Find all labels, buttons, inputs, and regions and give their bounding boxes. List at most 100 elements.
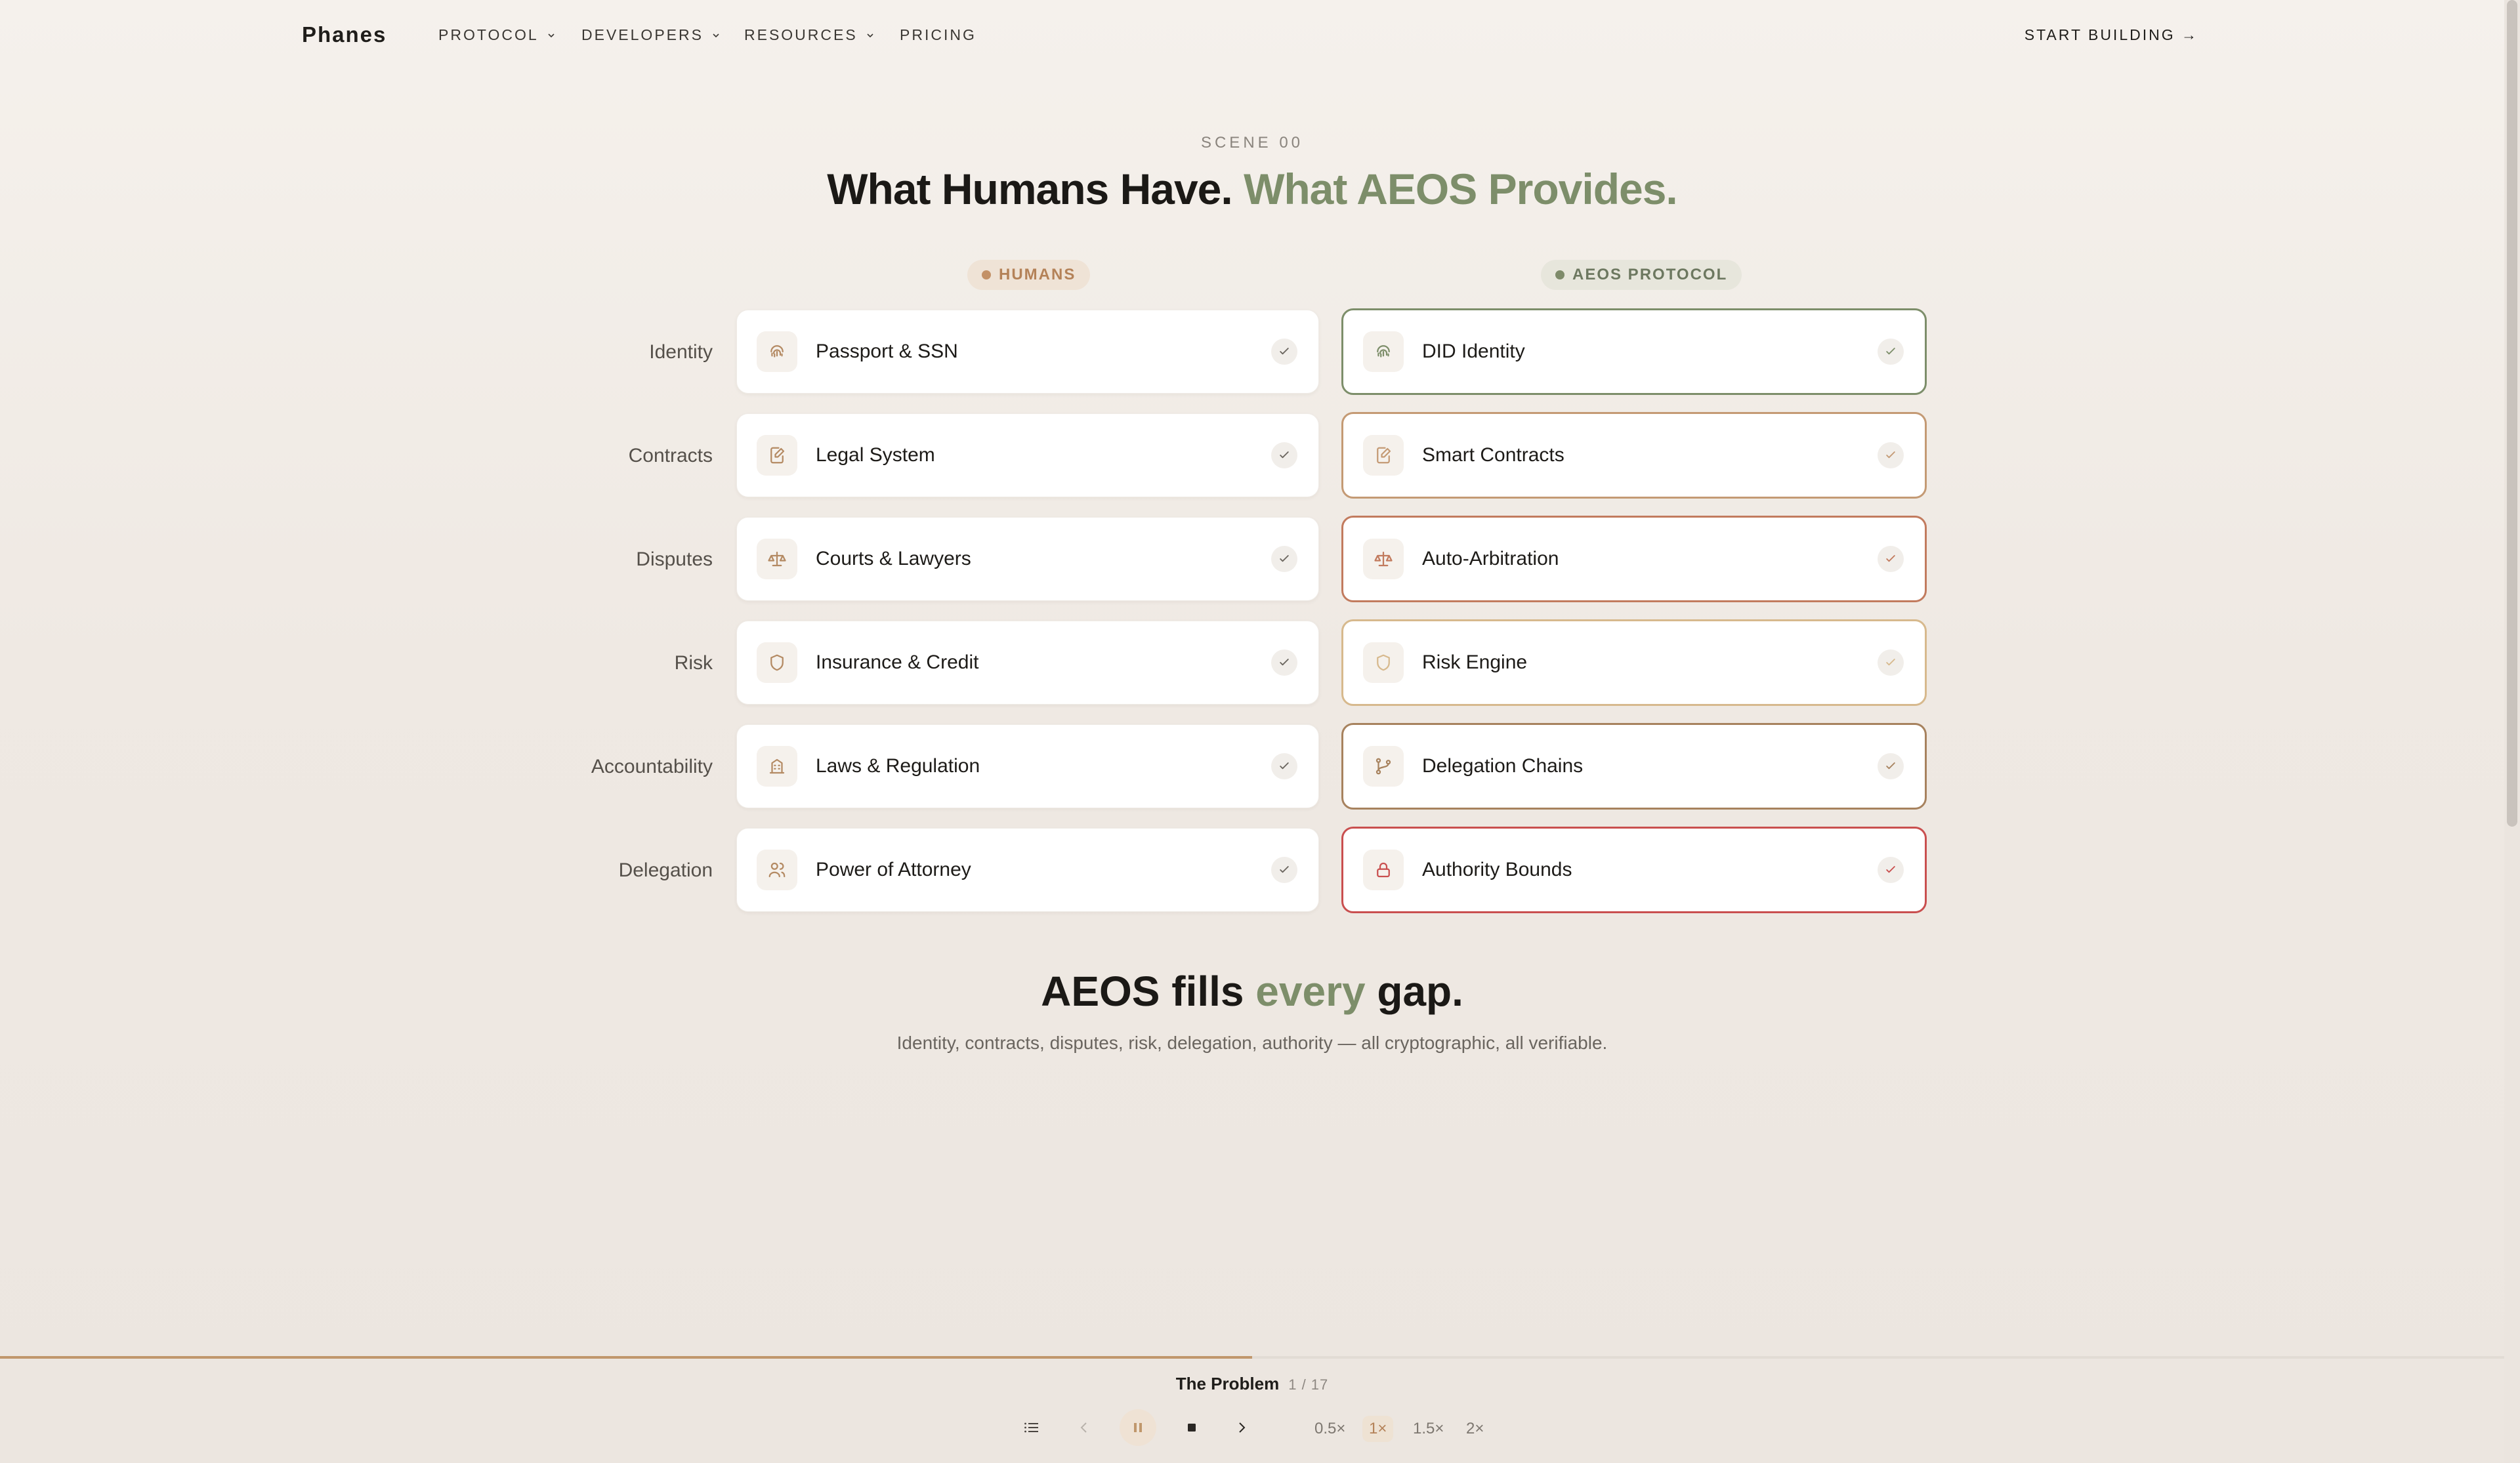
summary-subtitle: Identity, contracts, disputes, risk, del…	[896, 1033, 1608, 1053]
users-icon	[768, 862, 786, 878]
pause-button[interactable]	[1120, 1409, 1156, 1446]
summary-accent: every	[1255, 968, 1366, 1015]
check-icon	[1280, 866, 1289, 873]
aeos-card-label: Risk Engine	[1422, 651, 1528, 673]
start-building-button[interactable]: START BUILDING →	[2025, 26, 2198, 44]
human-card[interactable]: Passport & SSN	[736, 310, 1319, 394]
card-icon-box	[1363, 850, 1404, 890]
row-category-label: Identity	[649, 341, 713, 363]
chevron-left-icon	[1080, 1422, 1087, 1433]
speed-2x[interactable]: 2×	[1460, 1416, 1490, 1442]
check-badge	[1271, 649, 1297, 676]
scrollbar-thumb[interactable]	[2507, 0, 2517, 827]
nav-item-label: RESOURCES	[744, 26, 858, 43]
human-card[interactable]: Legal System	[736, 413, 1319, 497]
check-badge	[1878, 753, 1904, 779]
row-category-label: Risk	[674, 652, 713, 674]
nav-item-resources[interactable]: RESOURCES	[744, 26, 875, 44]
aeos-card[interactable]: Auto-Arbitration	[1341, 516, 1927, 602]
card-icon-box	[1363, 331, 1404, 372]
check-icon	[1280, 659, 1289, 666]
human-card-label: Insurance & Credit	[816, 651, 979, 673]
shield-icon	[1377, 654, 1390, 671]
check-badge	[1878, 857, 1904, 883]
card-icon-box	[757, 331, 797, 372]
human-card[interactable]: Laws & Regulation	[736, 724, 1319, 808]
human-card[interactable]: Power of Attorney	[736, 828, 1319, 912]
page-title: What Humans Have. What AEOS Provides.	[0, 164, 2504, 214]
check-badge	[1878, 442, 1904, 468]
shield-icon	[770, 654, 784, 671]
human-card[interactable]: Insurance & Credit	[736, 621, 1319, 705]
nav-item-developers[interactable]: DEVELOPERS	[581, 26, 721, 44]
check-badge	[1271, 546, 1297, 572]
aeos-card[interactable]: DID Identity	[1341, 308, 1927, 395]
card-icon-box	[1363, 435, 1404, 476]
progress-fill	[0, 1356, 1252, 1359]
check-icon	[1886, 348, 1895, 355]
row-category-label: Contracts	[628, 445, 713, 466]
check-badge	[1878, 339, 1904, 365]
scene-title: The Problem 1 / 17	[0, 1374, 2504, 1394]
card-icon-box	[757, 539, 797, 579]
aeos-card-label: Smart Contracts	[1422, 444, 1564, 466]
check-icon	[1280, 348, 1289, 355]
previous-button[interactable]	[1066, 1409, 1102, 1446]
aeos-column-pill: AEOS PROTOCOL	[1541, 260, 1742, 290]
stop-button[interactable]	[1173, 1409, 1210, 1446]
check-icon	[1886, 451, 1895, 459]
human-card-label: Legal System	[816, 444, 935, 466]
nav-item-label: PROTOCOL	[438, 26, 539, 43]
chevron-down-icon	[713, 33, 719, 37]
scene-eyebrow: SCENE 00	[1200, 134, 1304, 152]
building-icon	[769, 758, 785, 774]
check-badge	[1878, 546, 1904, 572]
aeos-card-label: DID Identity	[1422, 340, 1525, 362]
title-main: What Humans Have.	[827, 165, 1232, 213]
git-branch-icon	[1376, 758, 1391, 775]
aeos-card[interactable]: Authority Bounds	[1341, 827, 1927, 913]
chevron-right-icon	[1239, 1422, 1246, 1433]
stop-icon	[1188, 1424, 1196, 1432]
aeos-card-label: Auto-Arbitration	[1422, 548, 1559, 569]
speed-1x[interactable]: 1×	[1362, 1416, 1394, 1442]
check-icon	[1280, 555, 1289, 562]
pause-icon	[1134, 1423, 1142, 1432]
aeos-card[interactable]: Delegation Chains	[1341, 723, 1927, 810]
card-icon-box	[757, 850, 797, 890]
aeos-card[interactable]: Smart Contracts	[1341, 412, 1927, 499]
aeos-card[interactable]: Risk Engine	[1341, 619, 1927, 706]
human-card-label: Passport & SSN	[816, 340, 958, 362]
check-badge	[1271, 442, 1297, 468]
chevron-down-icon	[867, 33, 873, 37]
check-badge	[1271, 339, 1297, 365]
scrollbar-track[interactable]	[2504, 0, 2520, 1463]
humans-column-label: HUMANS	[999, 266, 1076, 283]
human-card[interactable]: Courts & Lawyers	[736, 517, 1319, 601]
scene-name: The Problem	[1175, 1374, 1280, 1393]
check-icon	[1886, 762, 1895, 770]
speed-0-5x[interactable]: 0.5×	[1308, 1416, 1352, 1442]
list-icon	[1024, 1422, 1038, 1433]
logo[interactable]: Phanes	[302, 22, 387, 47]
nav-item-pricing[interactable]: PRICING	[900, 26, 976, 44]
next-button[interactable]	[1223, 1409, 1260, 1446]
scene-count: 1 / 17	[1288, 1376, 1329, 1393]
card-icon-box	[1363, 746, 1404, 787]
scales-icon	[768, 551, 786, 567]
nav-item-protocol[interactable]: PROTOCOL	[438, 26, 556, 44]
lock-icon	[1377, 862, 1390, 878]
nav-item-label: DEVELOPERS	[581, 26, 704, 43]
row-category-label: Accountability	[591, 756, 713, 777]
title-accent: What AEOS Provides.	[1244, 165, 1678, 213]
scene-list-button[interactable]	[1013, 1409, 1050, 1446]
check-badge	[1271, 857, 1297, 883]
top-nav: Phanes PROTOCOL DEVELOPERS RESOURCES PRI…	[0, 0, 2504, 72]
document-edit-icon	[1377, 447, 1391, 464]
summary-heading: AEOS fills every gap.	[0, 967, 2504, 1016]
progress-bar[interactable]	[0, 1356, 2504, 1359]
chevron-down-icon	[548, 33, 555, 37]
row-category-label: Delegation	[618, 859, 713, 881]
fingerprint-icon	[770, 345, 784, 358]
speed-1-5x[interactable]: 1.5×	[1406, 1416, 1450, 1442]
